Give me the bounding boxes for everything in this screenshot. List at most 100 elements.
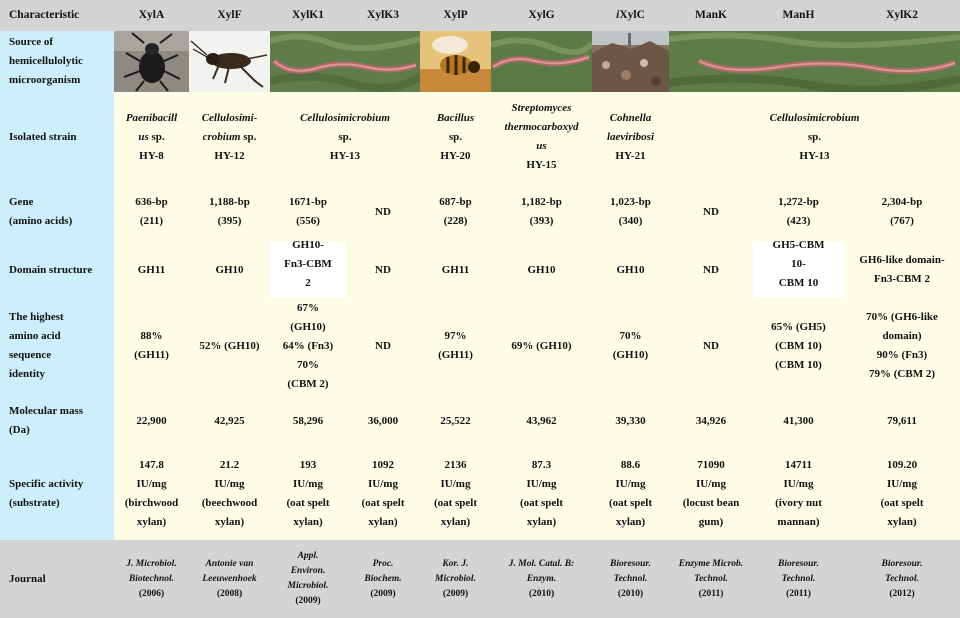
identity-xylf: 52% (GH10) — [189, 298, 270, 394]
journal-mank: Enzyme Microb. Technol. (2011) — [669, 540, 753, 618]
gene-xylk3: ND — [346, 182, 420, 242]
domain-xylf: GH10 — [189, 242, 270, 298]
journal-xylg-year: (2010) — [528, 588, 555, 599]
identity-xylg: 69% (GH10) — [491, 298, 592, 394]
identity-xylk2: 70% (GH6-like domain) 90% (Fn3) 79% (CBM… — [844, 298, 960, 394]
row-label-source: Source of hemicellulolytic microorganism — [0, 31, 114, 92]
activity-xylk2: 109.20 IU/mg (oat spelt xylan) — [844, 448, 960, 540]
journal-ixylc-year: (2010) — [617, 588, 644, 599]
mass-xylk1: 58,296 — [270, 394, 346, 448]
strain-xylp-id: sp. HY-20 — [440, 130, 471, 162]
strain-xylk1-xylk3: Cellulosimicrobium sp. HY-13 — [270, 92, 420, 182]
bee-photo — [420, 31, 491, 92]
journal-xyla-year: (2006) — [138, 588, 165, 599]
journal-xylf-name: Antonie van Leeuwenhoek — [202, 558, 257, 584]
header-xylk3: XylK3 — [346, 0, 420, 31]
journal-xylk3-name: Proc. Biochem. — [364, 558, 402, 584]
domain-xylk3: ND — [346, 242, 420, 298]
domain-ixylc: GH10 — [592, 242, 669, 298]
strain-xylp-genus: Bacillus — [436, 111, 475, 124]
strain-ixylc-genus: Cohnella laeviribosi — [606, 111, 655, 143]
mass-xylg: 43,962 — [491, 394, 592, 448]
header-xylf: XylF — [189, 0, 270, 31]
mass-xylk2: 79,611 — [844, 394, 960, 448]
journal-ixylc: Bioresour. Technol. (2010) — [592, 540, 669, 618]
journal-manh-name: Bioresour. Technol. — [778, 558, 819, 584]
domain-xylk1: GH10- Fn3-CBM 2 — [284, 238, 332, 289]
compost-photo — [592, 31, 669, 92]
mass-xylk3: 36,000 — [346, 394, 420, 448]
journal-xylf-year: (2008) — [216, 588, 243, 599]
activity-mank: 71090 IU/mg (locust bean gum) — [669, 448, 753, 540]
journal-xylg-name: J. Mol. Catal. B: Enzym. — [508, 558, 575, 584]
header-characteristic: Characteristic — [0, 0, 114, 31]
mass-mank: 34,926 — [669, 394, 753, 448]
mass-xylp: 25,522 — [420, 394, 491, 448]
strain-xylg: Streptomyces thermocarboxyd us HY-15 — [491, 92, 592, 182]
row-label-gene: Gene (amino acids) — [0, 182, 114, 242]
domain-xylg: GH10 — [491, 242, 592, 298]
gene-mank: ND — [669, 182, 753, 242]
journal-xylf: Antonie van Leeuwenhoek (2008) — [189, 540, 270, 618]
domain-xyla: GH11 — [114, 242, 189, 298]
strain-manh-id: sp. HY-13 — [799, 130, 830, 162]
activity-xylf: 21.2 IU/mg (beechwood xylan) — [189, 448, 270, 540]
strain-xylp: Bacillus sp. HY-20 — [420, 92, 491, 182]
mass-manh: 41,300 — [753, 394, 844, 448]
activity-xylg: 87.3 IU/mg (oat spelt xylan) — [491, 448, 592, 540]
journal-mank-year: (2011) — [698, 588, 724, 599]
journal-xylk1-name: Appl. Environ. Microbiol. — [287, 551, 329, 591]
strain-xylg-genus: Streptomyces thermocarboxyd us — [504, 102, 579, 152]
gene-xylg: 1,182-bp (393) — [491, 182, 592, 242]
gene-xylp: 687-bp (228) — [420, 182, 491, 242]
strain-xylf: Cellulosimi- crobium sp. HY-12 — [189, 92, 270, 182]
journal-xyla: J. Microbiol. Biotechnol. (2006) — [114, 540, 189, 618]
row-label-strain: Isolated strain — [0, 92, 114, 182]
journal-xylk1-year: (2009) — [295, 596, 321, 606]
journal-xylk1: Appl. Environ. Microbiol. (2009) — [270, 540, 346, 618]
mass-ixylc: 39,330 — [592, 394, 669, 448]
gene-ixylc: 1,023-bp (340) — [592, 182, 669, 242]
strain-xylk1-genus: Cellulosimicrobium — [300, 111, 390, 124]
journal-xylk2-year: (2012) — [889, 588, 915, 599]
strain-manh-genus: Cellulosimicrobium — [769, 111, 860, 124]
row-label-domain: Domain structure — [0, 242, 114, 298]
earthworm-photo-2 — [491, 31, 592, 92]
header-xylp: XylP — [420, 0, 491, 31]
journal-xylk2-name: Bioresour. Technol. — [881, 558, 923, 584]
journal-mank-name: Enzyme Microb. Technol. — [678, 558, 744, 584]
journal-manh: Bioresour. Technol. (2011) — [753, 540, 844, 618]
journal-ixylc-name: Bioresour. Technol. — [610, 558, 651, 584]
gene-xylk2: 2,304-bp (767) — [844, 182, 960, 242]
journal-xylp: Kor. J. Microbiol. (2009) — [420, 540, 491, 618]
strain-ixylc-id: HY-21 — [615, 149, 646, 162]
domain-mank: ND — [669, 242, 753, 298]
strain-mank-manh-xylk2: Cellulosimicrobium sp. HY-13 — [669, 92, 960, 182]
identity-xyla: 88% (GH11) — [114, 298, 189, 394]
strain-xyla: Paenibacill us sp. HY-8 — [114, 92, 189, 182]
journal-xylk3: Proc. Biochem. (2009) — [346, 540, 420, 618]
activity-xylk1: 193 IU/mg (oat spelt xylan) — [270, 448, 346, 540]
strain-xylk1-id: sp. HY-13 — [329, 130, 361, 162]
header-xylk2: XylK2 — [844, 0, 960, 31]
header-xylk1: XylK1 — [270, 0, 346, 31]
activity-manh: 14711 IU/mg (ivory nut mannan) — [753, 448, 844, 540]
comparison-table: Characteristic XylA XylF XylK1 XylK3 Xyl… — [0, 0, 960, 618]
domain-xylk2: GH6-like domain- Fn3-CBM 2 — [844, 242, 960, 298]
earthworm-photo-3 — [669, 31, 960, 92]
header-xylg: XylG — [491, 0, 592, 31]
row-label-activity: Specific activity (substrate) — [0, 448, 114, 540]
header-ixylc-rest: XylC — [619, 9, 645, 21]
mass-xylf: 42,925 — [189, 394, 270, 448]
gene-xylf: 1,188-bp (395) — [189, 182, 270, 242]
identity-manh: 65% (GH5) (CBM 10) (CBM 10) — [753, 298, 844, 394]
domain-manh: GH5-CBM 10- CBM 10 — [772, 238, 825, 289]
activity-xylk3: 1092 IU/mg (oat spelt xylan) — [346, 448, 420, 540]
header-manh: ManH — [753, 0, 844, 31]
earthworm-photo-1 — [270, 31, 420, 92]
identity-ixylc: 70% (GH10) — [592, 298, 669, 394]
activity-xyla: 147.8 IU/mg (birchwood xylan) — [114, 448, 189, 540]
identity-mank: ND — [669, 298, 753, 394]
domain-xylp: GH11 — [420, 242, 491, 298]
activity-ixylc: 88.6 IU/mg (oat spelt xylan) — [592, 448, 669, 540]
